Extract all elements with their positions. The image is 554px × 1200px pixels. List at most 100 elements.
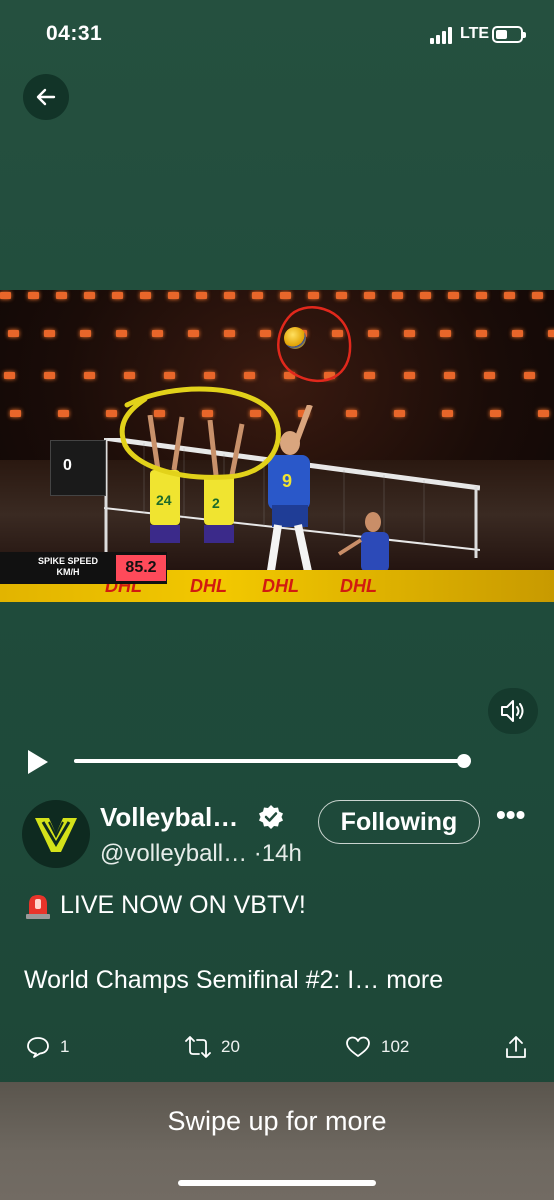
arena-light: [204, 372, 215, 379]
arena-light: [364, 372, 375, 379]
arena-light: [440, 330, 451, 337]
banner-text: DHL: [340, 576, 377, 596]
scoreboard-value: 0: [63, 457, 72, 474]
arena-light: [196, 292, 207, 299]
signal-icon: [430, 27, 456, 44]
jersey-number: 2: [212, 495, 220, 511]
arena-light: [448, 292, 459, 299]
red-circle-annotation: [277, 306, 352, 383]
reply-icon: [27, 1037, 49, 1058]
arena-light: [244, 372, 255, 379]
tweet-text: LIVE NOW ON VBTV!: [60, 891, 306, 919]
arena-light: [0, 292, 11, 299]
share-icon: [506, 1036, 526, 1058]
arena-light: [476, 292, 487, 299]
like-count: 102: [381, 1037, 410, 1056]
arena-light: [116, 330, 127, 337]
tweet-text-line2: World Champs Semifinal #2: I… more: [24, 966, 443, 995]
display-name[interactable]: Volleybal…: [100, 802, 238, 833]
video-player[interactable]: 0 24 2 9 DHL DHL DHL DHL SPIKE SPEED KM/…: [0, 290, 554, 602]
reply-count: 1: [60, 1037, 70, 1056]
arena-light: [84, 292, 95, 299]
arena-light: [532, 292, 543, 299]
reply-button[interactable]: 1: [26, 1030, 69, 1064]
arena-light: [346, 410, 357, 417]
arena-light: [394, 410, 405, 417]
retweet-count: 20: [221, 1037, 240, 1056]
arena-light: [44, 372, 55, 379]
verified-badge-icon: [259, 805, 283, 829]
arena-light: [444, 372, 455, 379]
arena-light: [404, 372, 415, 379]
share-button[interactable]: [504, 1030, 528, 1064]
heart-icon: [346, 1036, 370, 1057]
arena-light: [152, 330, 163, 337]
arena-light: [84, 372, 95, 379]
arena-light: [538, 410, 549, 417]
show-more-link[interactable]: more: [386, 966, 443, 994]
status-bar: 04:31 LTE: [0, 0, 554, 70]
arena-light: [124, 372, 135, 379]
battery-icon: [492, 26, 526, 43]
tweet-text-line1: LIVE NOW ON VBTV!: [24, 891, 306, 920]
spike-speed-label: SPIKE SPEED KM/H: [36, 556, 100, 578]
following-button[interactable]: Following: [318, 800, 480, 844]
spike-speed-label-line2: KM/H: [56, 567, 80, 577]
arena-light: [224, 292, 235, 299]
mute-button[interactable]: [488, 688, 538, 734]
screen: 04:31 LTE 0 24 2 9 DHL DHL DHL DHL SPIKE…: [0, 0, 554, 1200]
back-button[interactable]: [23, 74, 69, 120]
spike-speed-label-line1: SPIKE SPEED: [37, 556, 99, 566]
handle[interactable]: @volleyball…: [100, 840, 247, 867]
volleyball-world-logo-icon: [35, 818, 77, 852]
arena-light: [524, 372, 535, 379]
arena-light: [484, 372, 495, 379]
arena-light: [504, 292, 515, 299]
progress-bar[interactable]: [74, 759, 468, 763]
arrow-left-icon: [36, 88, 56, 106]
speaker-muted-icon: [501, 700, 524, 722]
arena-light: [368, 330, 379, 337]
spike-speed-value: 85.2: [116, 555, 166, 581]
banner-text: DHL: [190, 576, 227, 596]
arena-light: [512, 330, 523, 337]
arena-light: [56, 292, 67, 299]
arena-light: [4, 372, 15, 379]
arena-light: [404, 330, 415, 337]
arena-light: [476, 330, 487, 337]
arena-light: [224, 330, 235, 337]
progress-fill: [74, 759, 465, 763]
arena-light: [80, 330, 91, 337]
like-button[interactable]: 102: [345, 1030, 409, 1064]
arena-light: [548, 330, 554, 337]
arena-light: [252, 292, 263, 299]
arena-light: [140, 292, 151, 299]
arena-light: [392, 292, 403, 299]
banner-text: DHL: [262, 576, 299, 596]
arena-light: [164, 372, 175, 379]
arena-light: [8, 330, 19, 337]
avatar[interactable]: [22, 800, 90, 868]
handle-line: @volleyball… ·14h: [100, 840, 302, 868]
scoreboard: 0: [50, 440, 106, 496]
arena-light: [58, 410, 69, 417]
arena-light: [28, 292, 39, 299]
progress-knob[interactable]: [457, 754, 472, 768]
tweet-actions: 1 20 102: [0, 1030, 554, 1066]
arena-light: [442, 410, 453, 417]
retweet-icon: [185, 1036, 211, 1058]
arena-light: [44, 330, 55, 337]
swipe-up-text: Swipe up for more: [167, 1106, 387, 1136]
yellow-circle-annotation: [119, 386, 281, 480]
arena-light: [490, 410, 501, 417]
time-ago: ·14h: [253, 840, 302, 867]
arena-light: [10, 410, 21, 417]
status-time: 04:31: [46, 22, 103, 45]
arena-light: [112, 292, 123, 299]
network-label: LTE: [460, 25, 490, 42]
retweet-button[interactable]: 20: [185, 1030, 240, 1064]
home-indicator[interactable]: [178, 1180, 376, 1186]
play-icon[interactable]: [26, 748, 50, 776]
more-options-button[interactable]: •••: [496, 801, 525, 829]
jersey-number: 24: [156, 492, 172, 508]
